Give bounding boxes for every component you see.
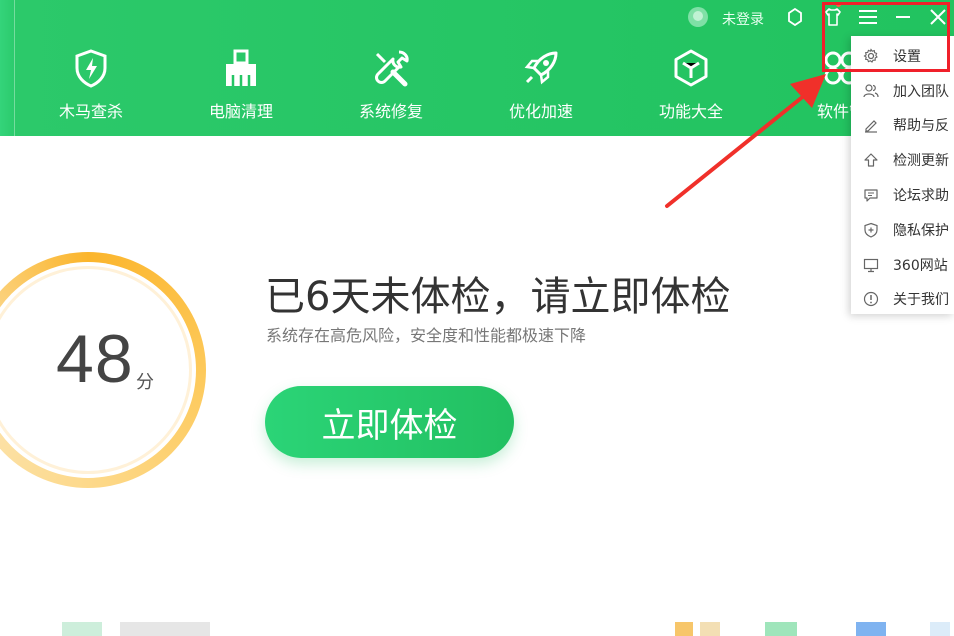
menu-item-label: 关于我们 — [893, 292, 949, 308]
team-icon — [863, 83, 879, 99]
menu-item-privacy[interactable]: 隐私保护 — [851, 212, 954, 246]
strip-block — [62, 622, 102, 636]
menu-item-label: 论坛求助 — [893, 188, 949, 204]
menu-item-label: 加入团队 — [893, 84, 949, 100]
menu-item-check-update[interactable]: 检测更新 — [851, 142, 954, 176]
strip-block — [700, 622, 720, 636]
main-menu-dropdown: 设置 加入团队 帮助与反 检测更新 论坛求助 隐私保护 360网站 关于我们 — [851, 36, 954, 314]
menu-item-join-team[interactable]: 加入团队 — [851, 73, 954, 107]
message-icon — [863, 187, 879, 203]
menu-item-help-feedback[interactable]: 帮助与反 — [851, 107, 954, 141]
menu-item-label: 隐私保护 — [893, 223, 949, 239]
annotation-arrow — [665, 74, 826, 208]
annotation-highlight-box — [822, 2, 950, 72]
menu-item-forum-help[interactable]: 论坛求助 — [851, 177, 954, 211]
upload-icon — [863, 152, 879, 168]
monitor-icon — [863, 257, 879, 273]
menu-item-360-website[interactable]: 360网站 — [851, 247, 954, 281]
menu-item-label: 帮助与反 — [893, 118, 949, 134]
info-icon — [863, 291, 879, 307]
menu-item-label: 检测更新 — [893, 153, 949, 169]
strip-block — [930, 622, 950, 636]
strip-block — [120, 622, 210, 636]
menu-item-about-us[interactable]: 关于我们 — [851, 281, 954, 315]
strip-block — [856, 622, 886, 636]
edit-icon — [863, 117, 879, 133]
strip-block — [765, 622, 797, 636]
privacy-shield-icon — [863, 222, 879, 238]
bottom-strip — [0, 622, 954, 636]
strip-block — [675, 622, 693, 636]
menu-item-label: 360网站 — [893, 258, 948, 274]
